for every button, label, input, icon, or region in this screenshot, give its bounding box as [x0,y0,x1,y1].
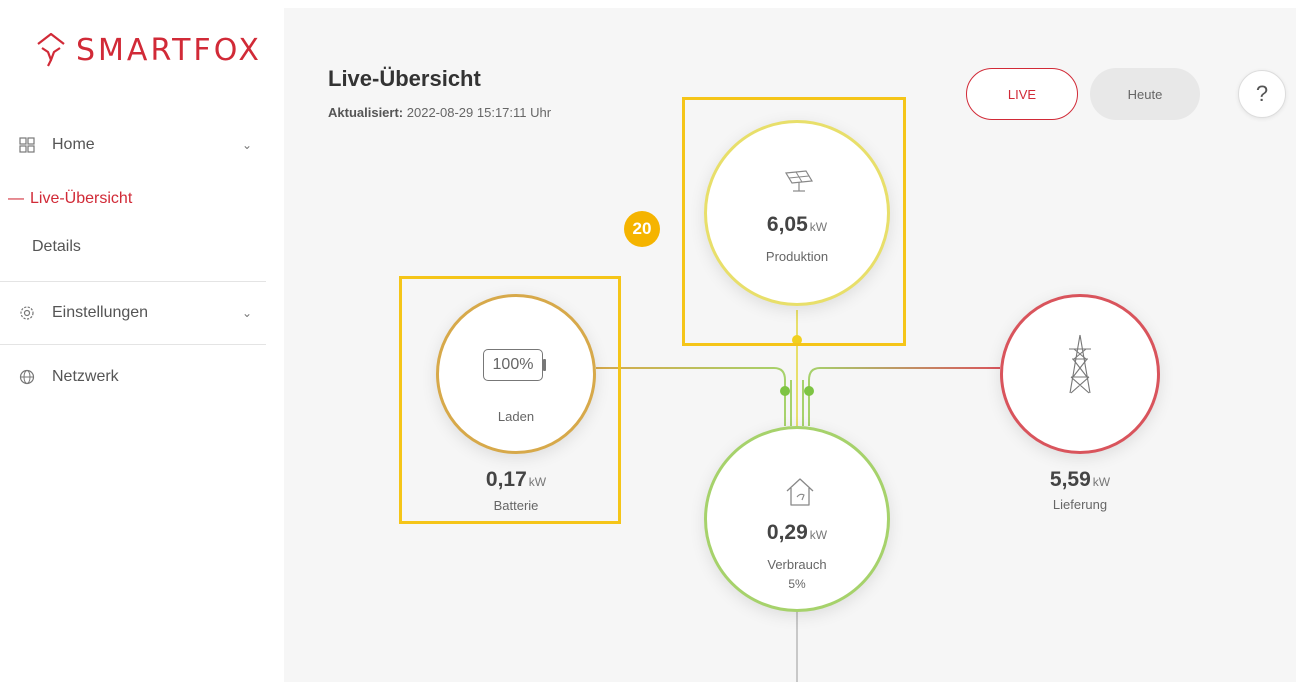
grid-flow-dot [804,386,814,396]
highlight-box-production [682,97,906,346]
fox-logo-icon [37,32,65,67]
consumption-value: 0,29 kW [766,521,828,544]
sidebar-item-settings[interactable]: Einstellungen ⌄ [0,302,266,324]
consumption-label: Verbrauch [767,557,827,572]
sidebar-item-label: Home [52,136,95,153]
sidebar-item-network[interactable]: Netzwerk [0,366,266,388]
battery-line [596,367,786,426]
sidebar-item-label: Live-Übersicht [30,190,133,207]
annotation-badge: 20 [624,211,660,247]
sidebar-item-home[interactable]: Home ⌄ [0,134,266,156]
house-icon [786,478,814,506]
power-tower-icon [1069,334,1091,394]
battery-flow-dot [780,386,790,396]
grid-node[interactable] [1000,294,1160,454]
active-dash: — [8,190,24,207]
sidebar-item-label: Netzwerk [52,368,119,385]
consumption-node[interactable]: 0,29 kW Verbrauch 5% [704,426,890,612]
brand-name: SMARTFOX [76,32,262,68]
grid-line [808,367,1000,426]
gear-icon [18,304,36,322]
sidebar-item-details[interactable]: Details [32,236,298,258]
chevron-down-icon: ⌄ [242,138,253,152]
sidebar-item-live-overview[interactable]: — Live-Übersicht [8,188,274,210]
divider [0,344,266,345]
globe-icon [18,368,36,386]
divider [0,281,266,282]
smartfox-logo[interactable]: SMARTFOX [34,30,262,70]
sidebar-item-label: Details [32,238,81,255]
sidebar-item-label: Einstellungen [52,304,149,321]
sidebar: SMARTFOX Home ⌄ — Live-Übersicht Details… [0,0,282,682]
grid-value: 5,59 kW [1049,468,1111,491]
grid-icon [18,136,36,154]
grid-label: Lieferung [1052,497,1108,512]
highlight-box-battery [399,276,621,524]
consumption-percent: 5% [788,577,806,591]
main-panel: Live-Übersicht Aktualisiert: 2022-08-29 … [284,8,1296,682]
chevron-down-icon: ⌄ [242,306,253,320]
